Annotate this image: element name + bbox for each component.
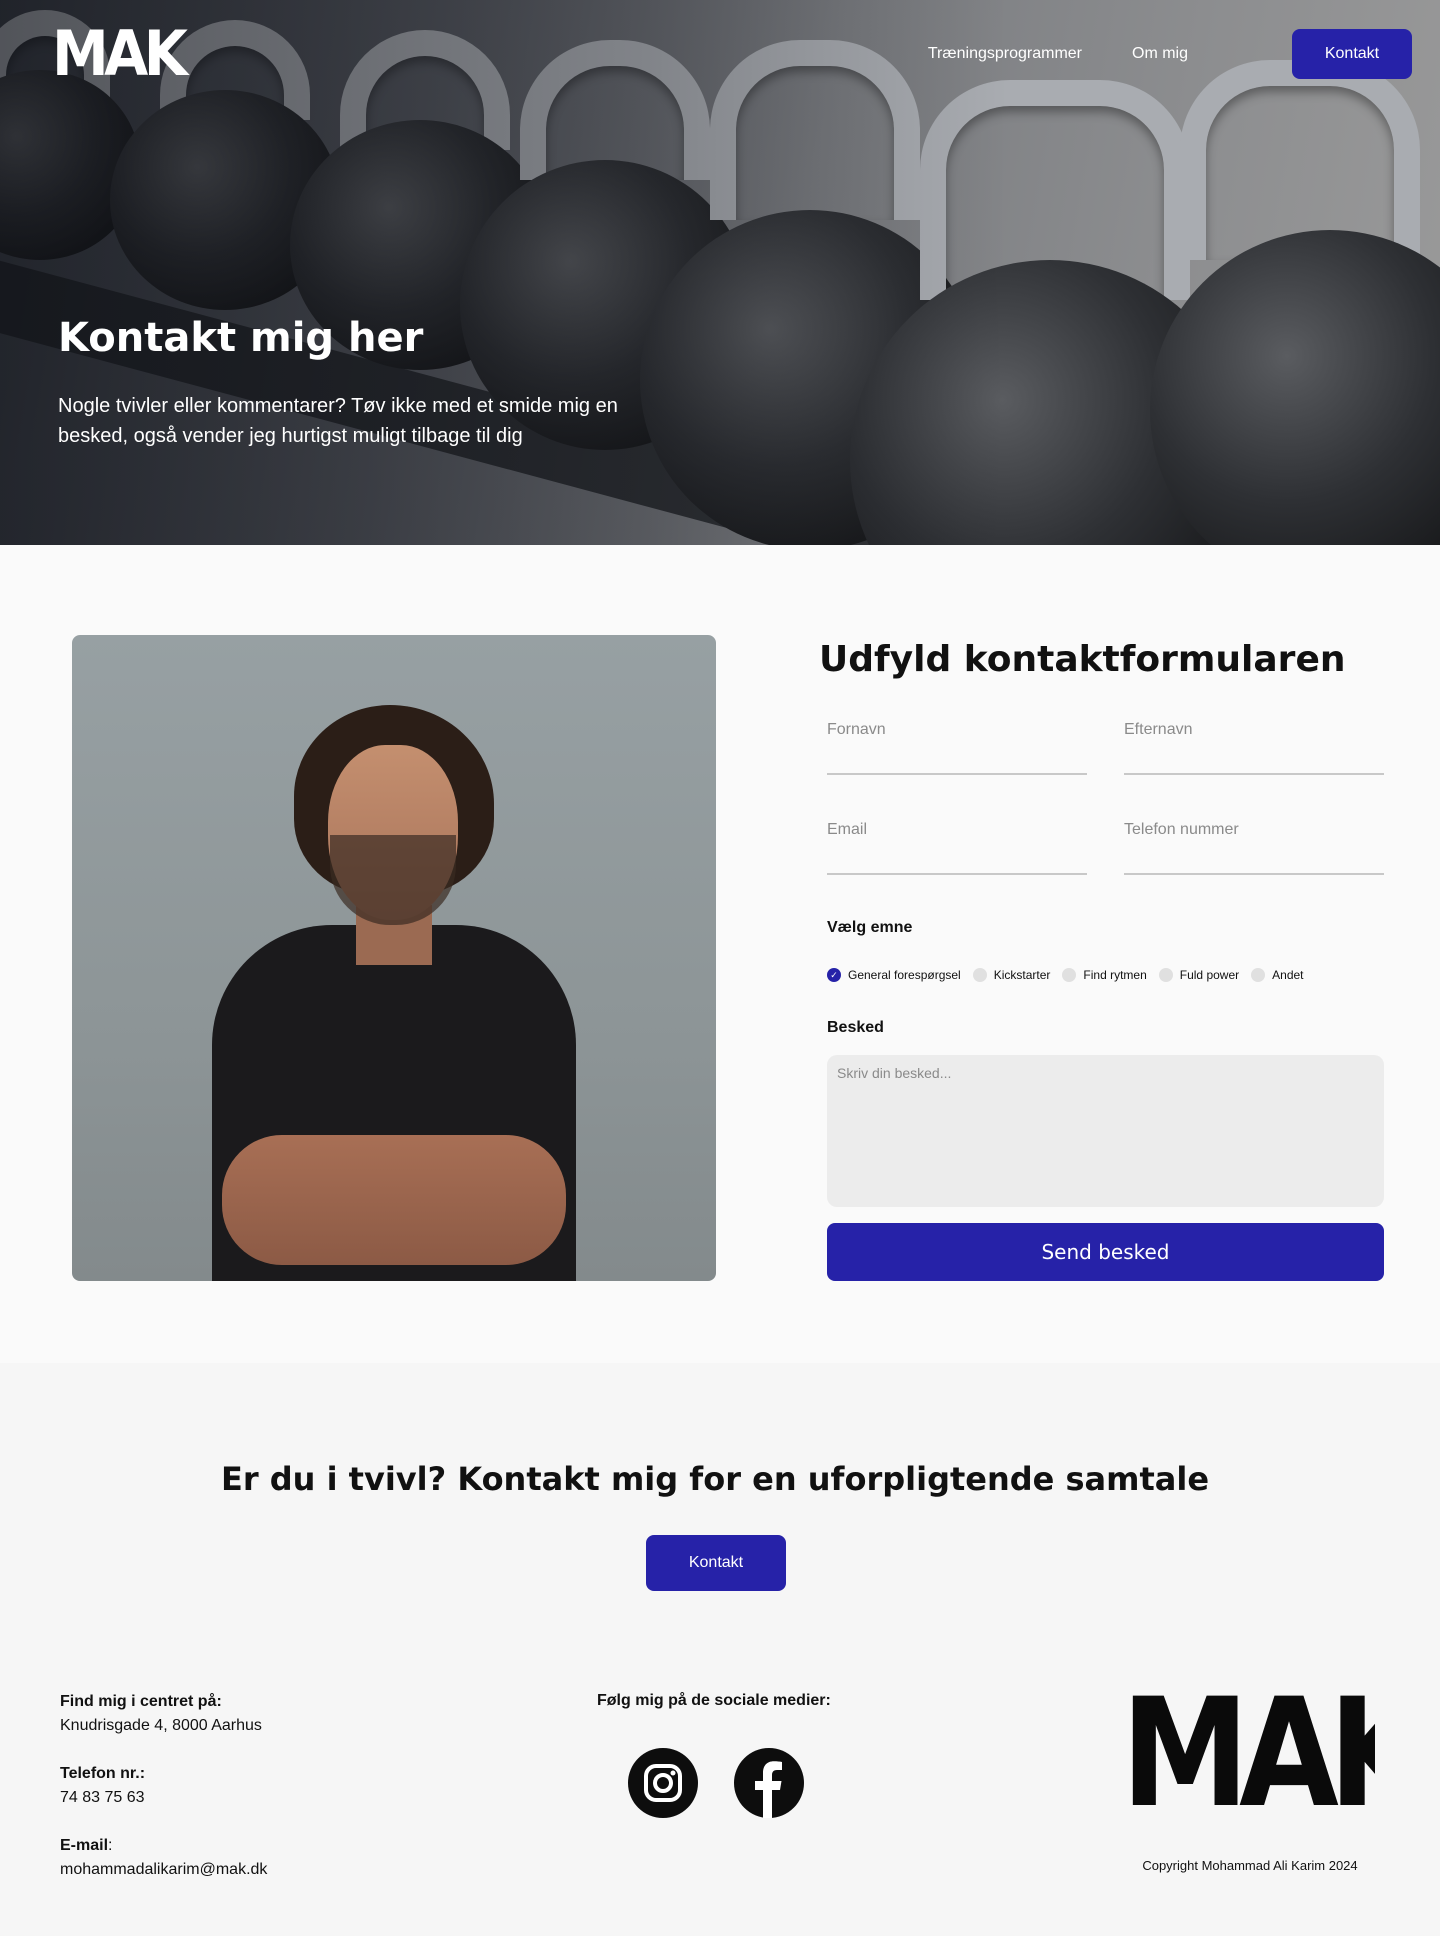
facebook-icon[interactable] [734, 1748, 804, 1818]
radio-icon [972, 968, 987, 982]
phone-field [1124, 815, 1384, 875]
photo-crossed-arms [222, 1135, 566, 1265]
hero-text: Nogle tvivler eller kommentarer? Tøv ikk… [58, 395, 618, 447]
nav-link-about[interactable]: Om mig [1132, 45, 1188, 63]
subject-radio-andet[interactable]: Andet [1251, 968, 1304, 982]
email-label-suffix: : [108, 1837, 113, 1854]
hero-overlay [0, 0, 1440, 545]
header-logo[interactable]: MAK [52, 23, 188, 85]
hero-title: Kontakt mig her [58, 315, 424, 361]
first-name-input[interactable] [827, 715, 1087, 739]
subject-radio-label: Andet [1272, 968, 1304, 982]
send-message-button[interactable]: Send besked [827, 1223, 1384, 1281]
subject-radio-label: Find rytmen [1083, 968, 1147, 982]
subject-radio-label: Fuld power [1179, 968, 1240, 982]
instagram-icon[interactable] [628, 1748, 698, 1818]
subject-radio-kickstarter[interactable]: Kickstarter [972, 968, 1051, 982]
cta-title: Er du i tvivl? Kontakt mig for en uforpl… [220, 1460, 1210, 1498]
subject-radio-group: ✓ General forespørgsel Kickstarter Find … [827, 968, 1316, 982]
subject-label: Vælg emne [827, 919, 913, 936]
address-label: Find mig i centret på: [60, 1693, 222, 1710]
hero-section [0, 0, 1440, 545]
photo-beard [330, 835, 456, 925]
email-label: E-mail [60, 1837, 109, 1854]
subject-radio-fuld-power[interactable]: Fuld power [1158, 968, 1240, 982]
footer-contact-info: Find mig i centret på: Knudrisgade 4, 80… [60, 1690, 440, 1882]
address-text: Knudrisgade 4, 8000 Aarhus [60, 1717, 262, 1734]
radio-icon [1062, 968, 1077, 982]
subject-radio-label: General forespørgsel [848, 968, 961, 982]
trainer-photo [72, 635, 716, 1281]
radio-icon [1158, 968, 1173, 982]
first-name-field [827, 715, 1087, 775]
footer-logo-text: MAK [1121, 1690, 1375, 1820]
header-contact-button[interactable]: Kontakt [1292, 29, 1412, 79]
phone-text[interactable]: 74 83 75 63 [60, 1786, 440, 1810]
subject-radio-label: Kickstarter [993, 968, 1051, 982]
phone-label: Telefon nr.: [60, 1765, 146, 1782]
subject-radio-general[interactable]: ✓ General forespørgsel [827, 968, 961, 982]
email-text[interactable]: mohammadalikarim@mak.dk [60, 1858, 440, 1882]
main-nav: Træningsprogrammer Om mig Kontakt [928, 29, 1412, 79]
message-textarea[interactable] [827, 1055, 1384, 1207]
radio-icon [1251, 968, 1266, 982]
email-field [827, 815, 1087, 875]
last-name-input[interactable] [1124, 715, 1384, 739]
phone-input[interactable] [1124, 815, 1384, 839]
message-label: Besked [827, 1019, 884, 1036]
subject-radio-find-rytmen[interactable]: Find rytmen [1062, 968, 1147, 982]
last-name-field [1124, 715, 1384, 775]
cta-contact-button[interactable]: Kontakt [646, 1535, 786, 1591]
form-title: Udfyld kontaktformularen [819, 639, 1346, 680]
nav-link-programs[interactable]: Træningsprogrammer [928, 45, 1082, 63]
footer-logo: MAK [1121, 1690, 1375, 1820]
email-input[interactable] [827, 815, 1087, 839]
social-title: Følg mig på de sociale medier: [597, 1692, 831, 1709]
copyright-text: Copyright Mohammad Ali Karim 2024 [1142, 1858, 1358, 1873]
radio-checked-icon: ✓ [827, 968, 841, 982]
